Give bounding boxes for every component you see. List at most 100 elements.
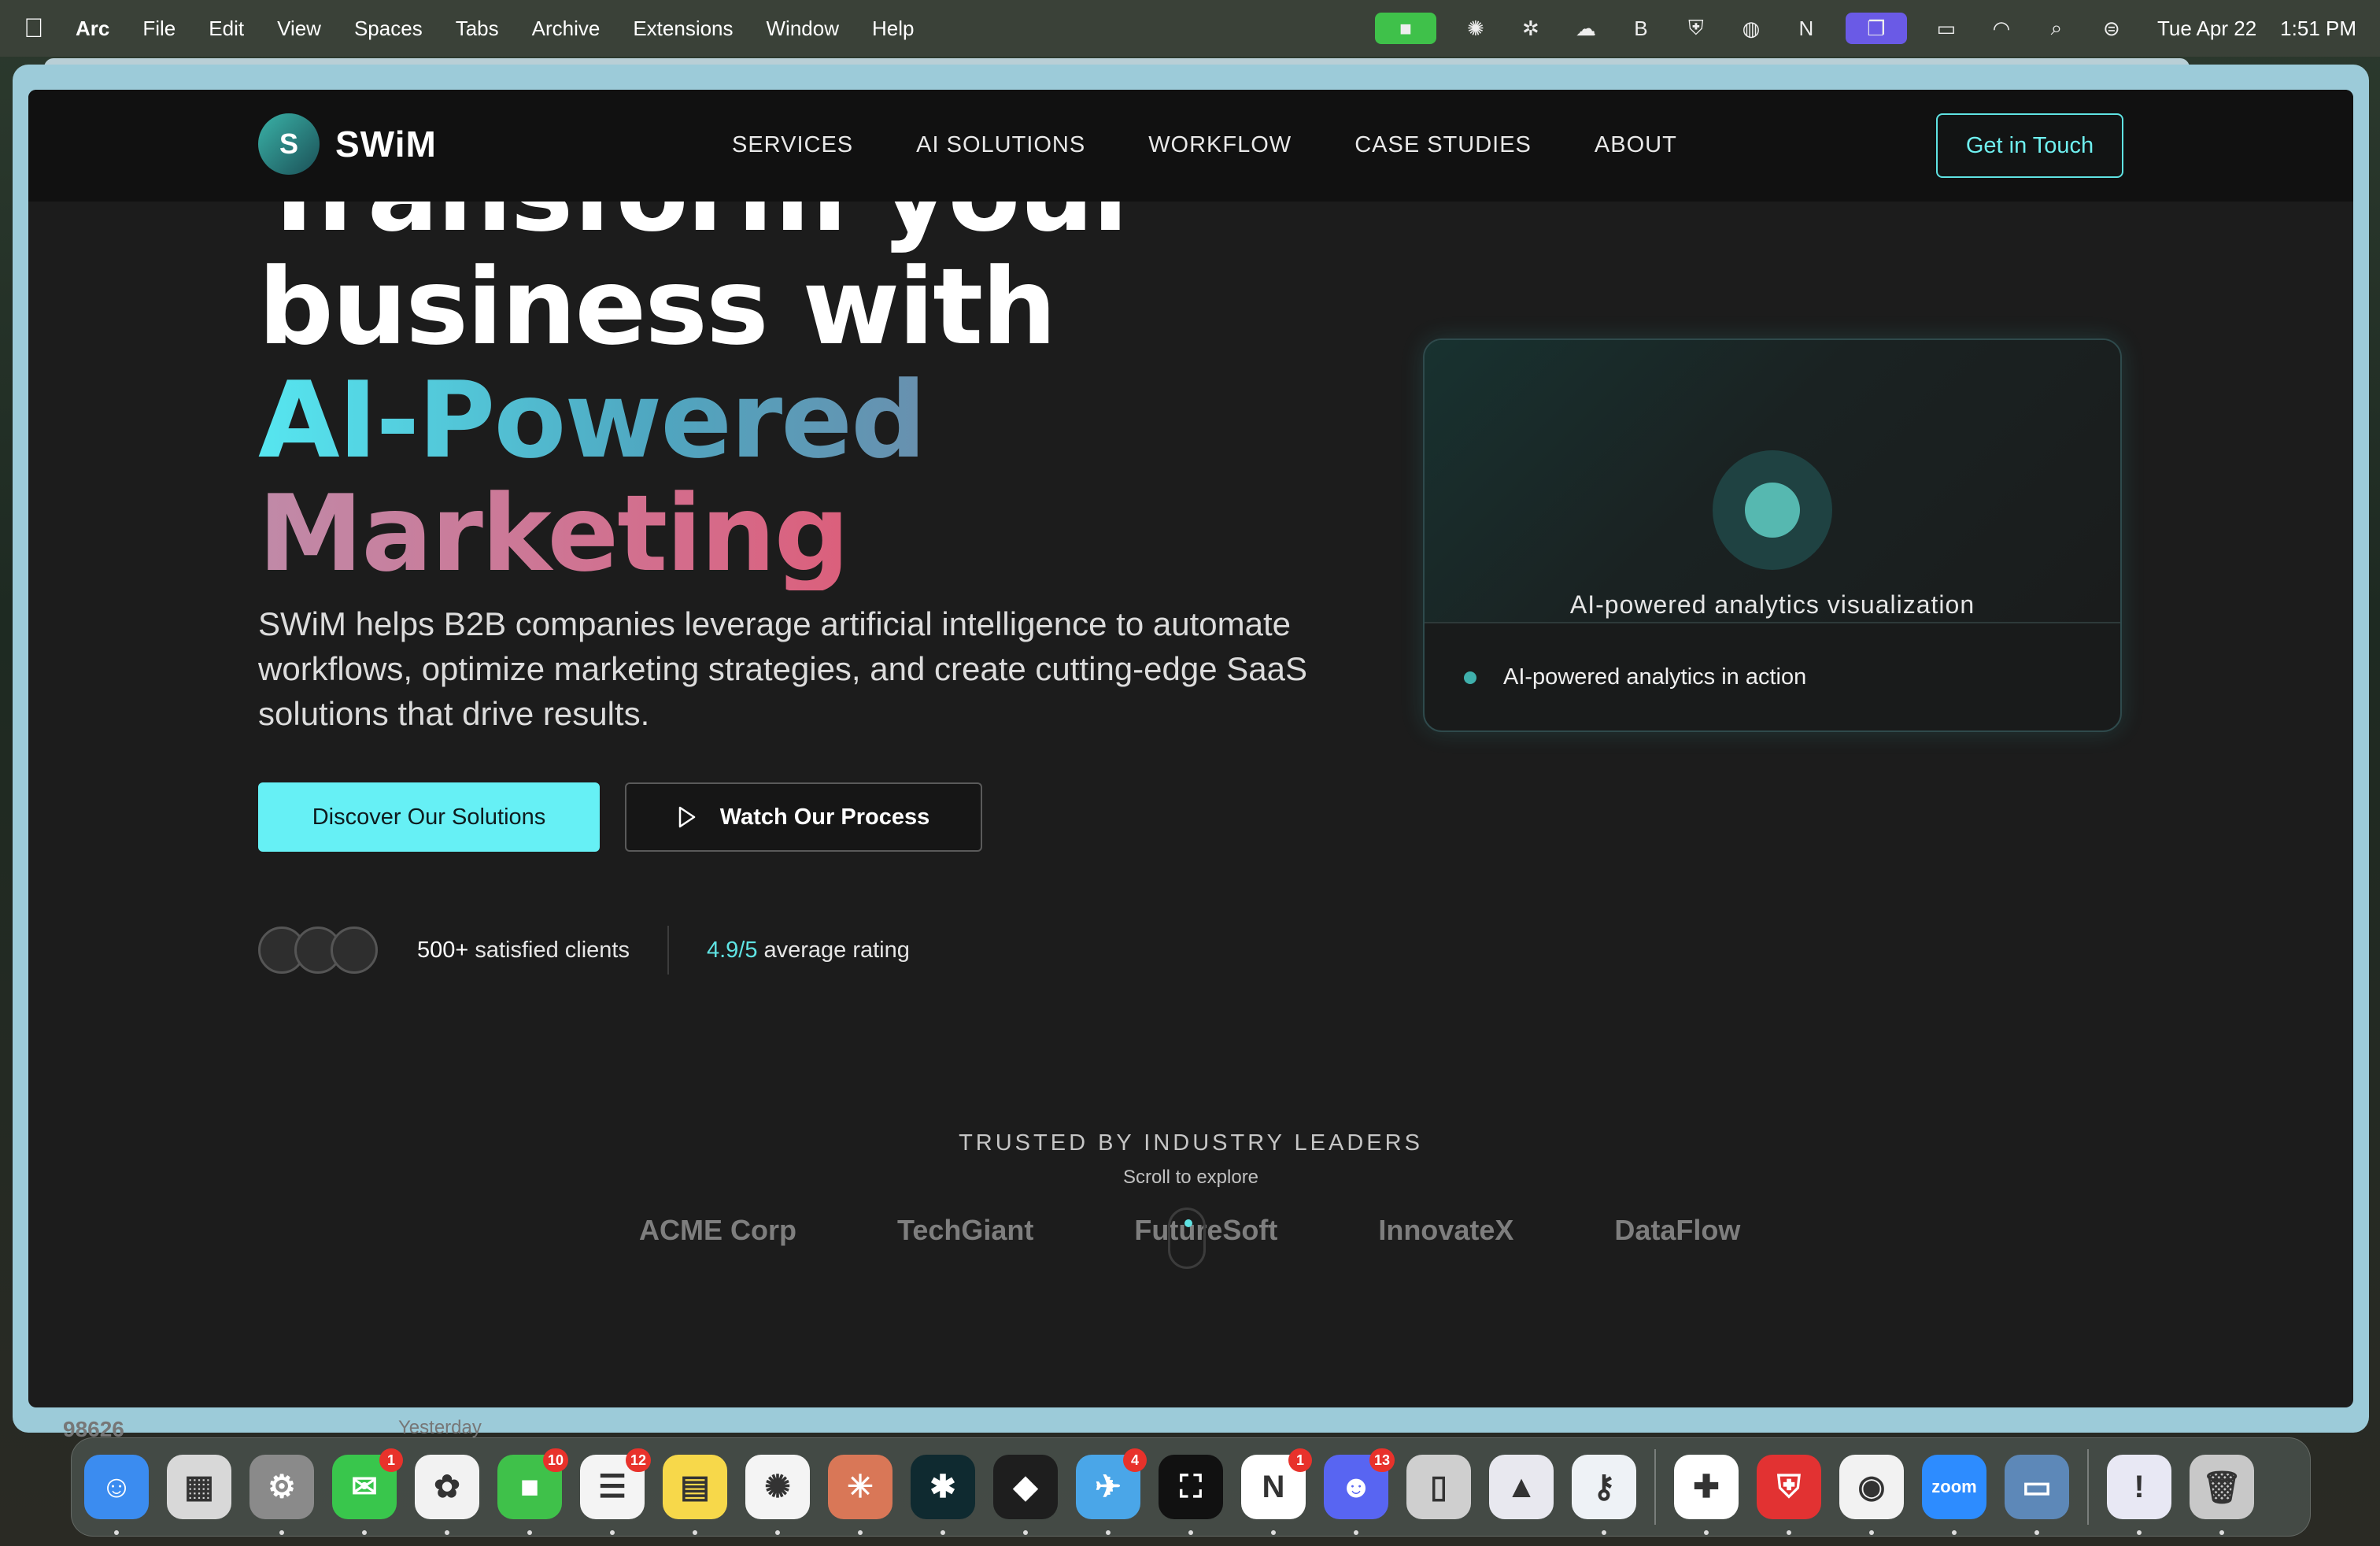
menubar-tray: ■ ✺ ✲ ☁ B ⛨ ◍ N ❐ ▭ ◠ ⌕ ⊜ Tue Apr 22 1:5… <box>1374 13 2356 44</box>
dock-screen-studio-icon[interactable]: ⛶ <box>1159 1455 1223 1535</box>
bug-tray-icon[interactable]: ✲ <box>1515 13 1547 44</box>
notification-badge: 1 <box>1288 1448 1312 1472</box>
dock-keychain-icon[interactable]: ⚷ <box>1572 1455 1636 1535</box>
dock-notes-icon[interactable]: ▤ <box>663 1455 727 1535</box>
running-indicator <box>941 1530 945 1535</box>
rating-value: 4.9/5 <box>706 937 758 963</box>
clock-date[interactable]: Tue Apr 22 <box>2157 17 2256 41</box>
facetime-camera-icon[interactable]: ■ <box>1374 13 1436 44</box>
nav-ai-solutions[interactable]: AI SOLUTIONS <box>916 132 1085 158</box>
site-logo[interactable]: S SWiM <box>258 113 437 175</box>
dock-photos-icon[interactable]: ✿ <box>415 1455 479 1535</box>
running-indicator <box>1869 1530 1874 1535</box>
dock-glyph: ▯ <box>1429 1470 1447 1504</box>
menu-app-name[interactable]: Arc <box>76 17 109 41</box>
dock-affinity-icon[interactable]: ▲ <box>1489 1455 1554 1519</box>
dock-slack-icon[interactable]: ✚ <box>1674 1455 1739 1535</box>
dock-glyph: zoom <box>1931 1477 1977 1496</box>
get-in-touch-button[interactable]: Get in Touch <box>1936 113 2123 178</box>
dock-system-settings-icon[interactable]: ⚙ <box>249 1455 314 1535</box>
dock-glyph: N <box>1262 1469 1285 1504</box>
dock-claude-icon[interactable]: ✳ <box>828 1455 893 1535</box>
battery-icon[interactable]: ▭ <box>1931 13 1962 44</box>
dock-glyph: ■ <box>519 1469 540 1504</box>
dock-chrome-icon[interactable]: ◉ <box>1839 1455 1904 1535</box>
main-nav: SERVICES AI SOLUTIONS WORKFLOW CASE STUD… <box>732 132 1677 158</box>
rating-label: average rating <box>763 937 910 963</box>
dock-facetime-icon[interactable]: ■ 10 <box>497 1448 568 1535</box>
dock-perplexity-icon[interactable]: ✱ <box>911 1455 975 1535</box>
dock-finder-icon[interactable]: ☺ <box>84 1455 149 1535</box>
dock-discord-icon[interactable]: ☻ 13 <box>1324 1448 1395 1535</box>
notification-badge: 10 <box>542 1448 568 1472</box>
dock-glyph: ☺ <box>100 1469 133 1504</box>
menu-file[interactable]: File <box>142 17 176 41</box>
dock-zoom-icon[interactable]: zoom <box>1922 1455 1986 1535</box>
dock-glyph: ⚷ <box>1592 1470 1616 1504</box>
scroll-indicator-icon[interactable] <box>1168 1208 1206 1269</box>
pulse-dot-icon <box>1713 450 1832 570</box>
dock-launchpad-icon[interactable]: ▦ <box>167 1455 231 1519</box>
running-indicator <box>527 1530 532 1535</box>
running-indicator <box>114 1530 119 1535</box>
control-center-icon[interactable]: ⊜ <box>2096 13 2127 44</box>
shield-tray-icon[interactable]: ⛨ <box>1680 13 1712 44</box>
dock-chatgpt-icon[interactable]: ✺ <box>745 1455 810 1535</box>
menu-tabs[interactable]: Tabs <box>456 17 499 41</box>
menu-extensions[interactable]: Extensions <box>633 17 733 41</box>
dock-messages-icon[interactable]: ✉ 1 <box>332 1448 403 1535</box>
menu-help[interactable]: Help <box>872 17 914 41</box>
menu-view[interactable]: View <box>277 17 321 41</box>
dock-trash-icon[interactable]: 🗑 <box>2190 1455 2254 1535</box>
nav-case-studies[interactable]: CASE STUDIES <box>1354 132 1532 158</box>
scroll-hint: Scroll to explore <box>1122 1167 1259 1188</box>
dock-iphone-mirroring-icon[interactable]: ▯ <box>1406 1455 1471 1519</box>
running-indicator <box>445 1530 449 1535</box>
dock-bitdefender-icon[interactable]: ⛨ <box>1757 1455 1821 1535</box>
hero-line-2: business with <box>258 246 1057 368</box>
menu-archive[interactable]: Archive <box>532 17 601 41</box>
dock-airmail-icon[interactable]: ✈ 4 <box>1076 1448 1147 1535</box>
trusted-heading: TRUSTED BY INDUSTRY LEADERS <box>959 1130 1423 1156</box>
running-indicator <box>858 1530 863 1535</box>
pulse-dot-core <box>1745 483 1800 538</box>
discover-solutions-button[interactable]: Discover Our Solutions <box>258 782 600 852</box>
macos-menubar:  Arc File Edit View Spaces Tabs Archive… <box>0 0 2380 57</box>
running-indicator <box>1023 1530 1028 1535</box>
dock-preview-document-icon[interactable]: ! <box>2107 1455 2171 1535</box>
partner-logo: ACME Corp <box>639 1214 796 1246</box>
watch-process-button[interactable]: Watch Our Process <box>625 782 982 852</box>
menu-spaces[interactable]: Spaces <box>354 17 423 41</box>
apple-menu-icon[interactable]:  <box>24 13 55 44</box>
running-indicator <box>1602 1530 1606 1535</box>
menu-window[interactable]: Window <box>767 17 839 41</box>
cloud-tray-icon[interactable]: ☁ <box>1570 13 1602 44</box>
nav-about[interactable]: ABOUT <box>1595 132 1677 158</box>
dock-glyph: ✈ <box>1095 1470 1122 1504</box>
chatgpt-tray-icon[interactable]: ✺ <box>1460 13 1491 44</box>
dock-glyph: ▦ <box>184 1470 214 1504</box>
play-icon <box>678 806 696 828</box>
wifi-icon[interactable]: ◠ <box>1986 13 2017 44</box>
dock-glyph: ! <box>2134 1469 2145 1504</box>
menu-edit[interactable]: Edit <box>209 17 244 41</box>
analytics-status-text: AI-powered analytics in action <box>1503 664 1807 690</box>
dock-glyph: ✚ <box>1693 1470 1720 1504</box>
b-app-tray-icon[interactable]: B <box>1625 13 1657 44</box>
screen-mirror-icon[interactable]: ❐ <box>1845 13 1907 44</box>
nav-workflow[interactable]: WORKFLOW <box>1148 132 1292 158</box>
nav-services[interactable]: SERVICES <box>732 132 853 158</box>
grid-tray-icon[interactable]: ◍ <box>1735 13 1767 44</box>
notification-badge: 4 <box>1123 1448 1147 1472</box>
dock-screen-sharing-icon[interactable]: ▭ <box>2005 1455 2069 1535</box>
hero-description: SWiM helps B2B companies leverage artifi… <box>258 605 1307 732</box>
dock-separator <box>2087 1449 2089 1525</box>
running-indicator <box>2034 1530 2039 1535</box>
search-icon[interactable]: ⌕ <box>2041 13 2072 44</box>
dock-glyph: ✱ <box>929 1470 956 1504</box>
notion-tray-icon[interactable]: N <box>1791 13 1822 44</box>
dock-notion-icon[interactable]: N1 <box>1241 1448 1312 1535</box>
dock-reminders-icon[interactable]: ☰ 12 <box>580 1448 651 1535</box>
dock-figma-icon[interactable]: ◆ <box>993 1455 1058 1535</box>
clock-time[interactable]: 1:51 PM <box>2280 17 2356 41</box>
